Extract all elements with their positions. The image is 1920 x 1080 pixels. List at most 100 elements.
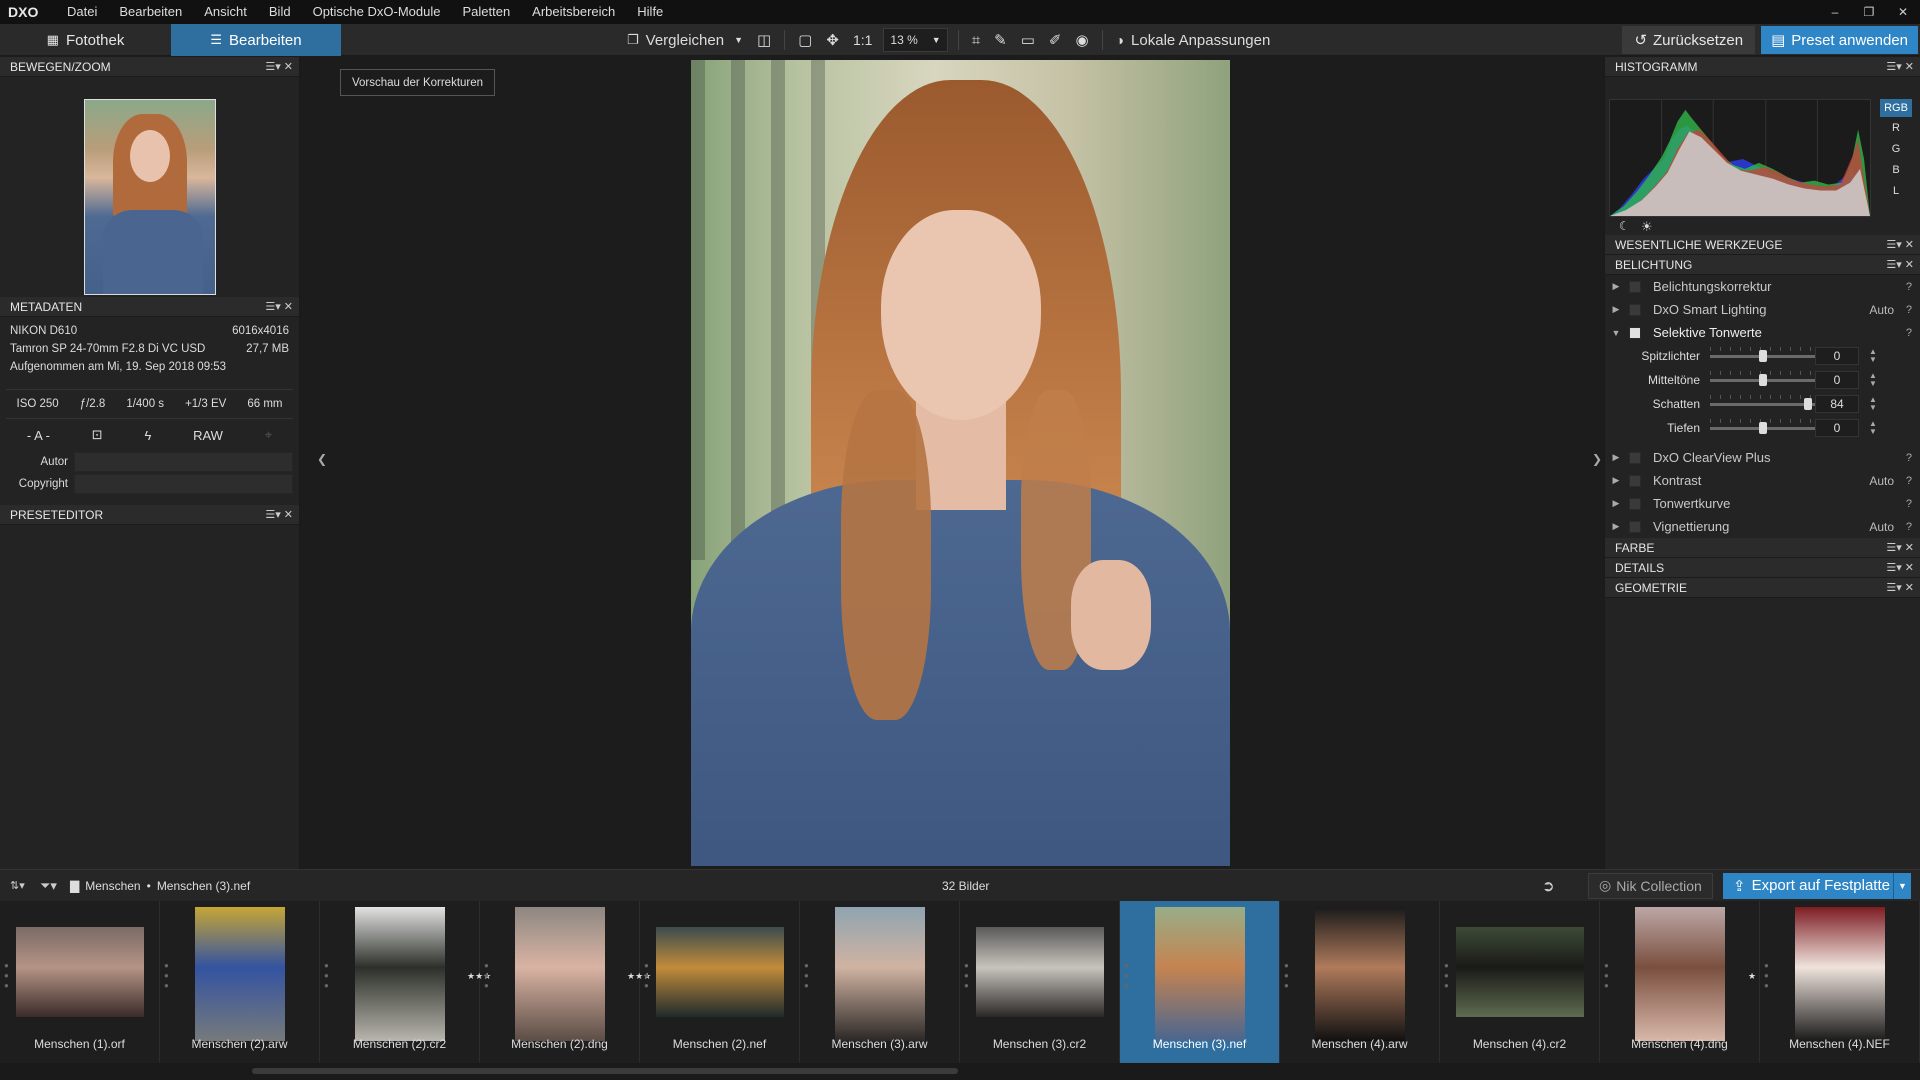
panel-menu-close-icon[interactable]: ☰▾ ✕ bbox=[1886, 581, 1914, 594]
slider-track[interactable] bbox=[1710, 394, 1816, 410]
tool-toggle-on[interactable] bbox=[1629, 326, 1641, 339]
fit-screen-icon[interactable]: ▢ bbox=[791, 24, 819, 56]
tool-selektive-tonwerte[interactable]: ▼ Selektive Tonwerte ? bbox=[1605, 321, 1920, 344]
details-header[interactable]: DETAILS ☰▾ ✕ bbox=[1605, 558, 1920, 578]
channel-g[interactable]: G bbox=[1880, 140, 1912, 158]
eyedropper-icon[interactable]: ✎ bbox=[987, 24, 1014, 56]
help-icon[interactable]: ? bbox=[1906, 521, 1912, 533]
panel-menu-close-icon[interactable]: ☰▾ ✕ bbox=[1886, 561, 1914, 574]
help-icon[interactable]: ? bbox=[1906, 498, 1912, 510]
collapse-left-panel-icon[interactable]: ❮ bbox=[317, 452, 327, 466]
compare-button[interactable]: ❐ Vergleichen ▼ bbox=[620, 24, 750, 56]
menu-hilfe[interactable]: Hilfe bbox=[626, 0, 674, 24]
filmstrip-item[interactable]: ● ● ● Menschen (4).cr2 bbox=[1440, 901, 1600, 1063]
zoom-select[interactable]: 13 % ▼ bbox=[883, 28, 948, 52]
drag-handle-icon[interactable]: ● ● ● bbox=[324, 961, 330, 991]
tool-vignettierung[interactable]: ▶ Vignettierung Auto ? bbox=[1605, 515, 1920, 538]
spinner-arrows-icon[interactable]: ▲ ▼ bbox=[1869, 348, 1877, 364]
move-icon[interactable]: ✥ bbox=[819, 24, 846, 56]
filmstrip-item[interactable]: ● ● ● Menschen (1).orf bbox=[0, 901, 160, 1063]
tool-toggle[interactable] bbox=[1629, 303, 1641, 316]
drag-handle-icon[interactable]: ● ● ● bbox=[964, 961, 970, 991]
close-button[interactable]: ✕ bbox=[1886, 0, 1920, 24]
panel-menu-close-icon[interactable]: ☰▾ ✕ bbox=[265, 300, 293, 313]
chevron-down-icon[interactable]: ▼ bbox=[1893, 872, 1911, 899]
straighten-icon[interactable]: ▭ bbox=[1014, 24, 1042, 56]
crop-icon[interactable]: ⌗ bbox=[965, 24, 987, 56]
bewegen-zoom-header[interactable]: BEWEGEN/ZOOM ☰▾ ✕ bbox=[0, 57, 299, 77]
drag-handle-icon[interactable]: ● ● ● bbox=[4, 961, 10, 991]
drag-handle-icon[interactable]: ● ● ● bbox=[164, 961, 170, 991]
slider-track[interactable] bbox=[1710, 370, 1816, 386]
filmstrip-thumbnail[interactable] bbox=[1794, 907, 1885, 1041]
tool-belichtungskorrektur[interactable]: ▶ Belichtungskorrektur ? bbox=[1605, 275, 1920, 298]
split-view-icon[interactable]: ◫ bbox=[750, 24, 778, 56]
menu-arbeitsbereich[interactable]: Arbeitsbereich bbox=[521, 0, 626, 24]
navigator-thumbnail[interactable] bbox=[84, 99, 216, 295]
sort-icon[interactable]: ⇅▾ bbox=[10, 879, 25, 892]
filmstrip-item[interactable]: ● ● ● ★★★ Menschen (2).dng bbox=[480, 901, 651, 1063]
filmstrip-thumbnail[interactable] bbox=[1314, 907, 1405, 1041]
channel-b[interactable]: B bbox=[1880, 161, 1912, 179]
tab-bearbeiten[interactable]: ☰ Bearbeiten bbox=[171, 24, 341, 56]
panel-menu-close-icon[interactable]: ☰▾ ✕ bbox=[1886, 258, 1914, 271]
filmstrip-item[interactable]: ● ● ● Menschen (3).cr2 bbox=[960, 901, 1120, 1063]
reset-button[interactable]: ↺ Zurücksetzen bbox=[1622, 26, 1756, 54]
expand-arrow-icon[interactable]: ▶ bbox=[1605, 498, 1627, 509]
menu-bild[interactable]: Bild bbox=[258, 0, 302, 24]
filmstrip-thumbnail[interactable] bbox=[354, 907, 445, 1041]
sync-icon[interactable]: ➲ bbox=[1542, 877, 1555, 895]
collapse-right-panel-icon[interactable]: ❯ bbox=[1592, 452, 1602, 466]
menu-paletten[interactable]: Paletten bbox=[451, 0, 521, 24]
filmstrip-item[interactable]: ● ● ● Menschen (3).arw bbox=[800, 901, 960, 1063]
help-icon[interactable]: ? bbox=[1906, 452, 1912, 464]
panel-menu-close-icon[interactable]: ☰▾ ✕ bbox=[265, 508, 293, 521]
drag-handle-icon[interactable]: ● ● ● bbox=[484, 961, 490, 991]
red-eye-icon[interactable]: ◉ bbox=[1068, 24, 1095, 56]
filmstrip-item[interactable]: ● ● ● Menschen (4).arw bbox=[1280, 901, 1440, 1063]
menu-optische-module[interactable]: Optische DxO-Module bbox=[302, 0, 452, 24]
filmstrip-item[interactable]: ● ● ● Menschen (2).nef bbox=[640, 901, 800, 1063]
tool-clearview[interactable]: ▶ DxO ClearView Plus ? bbox=[1605, 446, 1920, 469]
slider-track[interactable] bbox=[1710, 346, 1816, 362]
preseteditor-header[interactable]: PRESETEDITOR ☰▾ ✕ bbox=[0, 505, 299, 525]
expand-arrow-icon[interactable]: ▶ bbox=[1605, 521, 1627, 532]
tool-auto[interactable]: Auto bbox=[1869, 520, 1894, 534]
metadaten-header[interactable]: METADATEN ☰▾ ✕ bbox=[0, 297, 299, 317]
apply-preset-button[interactable]: ▤ Preset anwenden bbox=[1761, 26, 1918, 54]
belichtung-header[interactable]: BELICHTUNG ☰▾ ✕ bbox=[1605, 255, 1920, 275]
filmstrip-thumbnail[interactable] bbox=[1455, 927, 1584, 1017]
nik-collection-button[interactable]: ◎ Nik Collection bbox=[1588, 872, 1713, 899]
channel-r[interactable]: R bbox=[1880, 119, 1912, 137]
filmstrip-item[interactable]: ● ● ● ★★★ Menschen (2).cr2 bbox=[320, 901, 491, 1063]
expand-arrow-icon[interactable]: ▶ bbox=[1605, 304, 1627, 315]
filmstrip-thumbnail[interactable] bbox=[655, 927, 784, 1017]
geometrie-header[interactable]: GEOMETRIE ☰▾ ✕ bbox=[1605, 578, 1920, 598]
tab-fotothek[interactable]: ▦ Fotothek bbox=[0, 24, 171, 56]
help-icon[interactable]: ? bbox=[1906, 304, 1912, 316]
slider-value[interactable]: 0 bbox=[1815, 371, 1859, 389]
local-adjustments-button[interactable]: ◑ Lokale Anpassungen bbox=[1109, 24, 1278, 56]
help-icon[interactable]: ? bbox=[1906, 281, 1912, 293]
tool-auto[interactable]: Auto bbox=[1869, 474, 1894, 488]
filmstrip-thumbnail[interactable] bbox=[834, 907, 925, 1041]
drag-handle-icon[interactable]: ● ● ● bbox=[644, 961, 650, 991]
highlight-clipping-icon[interactable]: ☀ bbox=[1641, 219, 1653, 235]
main-photo[interactable] bbox=[691, 60, 1230, 866]
drag-handle-icon[interactable]: ● ● ● bbox=[804, 961, 810, 991]
tool-toggle[interactable] bbox=[1629, 497, 1641, 510]
shadow-clipping-icon[interactable]: ☾ bbox=[1619, 219, 1630, 233]
channel-rgb[interactable]: RGB bbox=[1880, 99, 1912, 117]
panel-menu-close-icon[interactable]: ☰▾ ✕ bbox=[1886, 541, 1914, 554]
drag-handle-icon[interactable]: ● ● ● bbox=[1444, 961, 1450, 991]
restore-button[interactable]: ❐ bbox=[1852, 0, 1886, 24]
drag-handle-icon[interactable]: ● ● ● bbox=[1604, 961, 1610, 991]
help-icon[interactable]: ? bbox=[1906, 475, 1912, 487]
panel-menu-close-icon[interactable]: ☰▾ ✕ bbox=[265, 60, 293, 73]
slider-value[interactable]: 0 bbox=[1815, 419, 1859, 437]
drag-handle-icon[interactable]: ● ● ● bbox=[1284, 961, 1290, 991]
filmstrip-thumbnail[interactable] bbox=[15, 927, 144, 1017]
farbe-header[interactable]: FARBE ☰▾ ✕ bbox=[1605, 538, 1920, 558]
export-button[interactable]: ⇪ Export auf Festplatte ▼ bbox=[1723, 872, 1911, 899]
filmstrip-thumbnail[interactable] bbox=[975, 927, 1104, 1017]
